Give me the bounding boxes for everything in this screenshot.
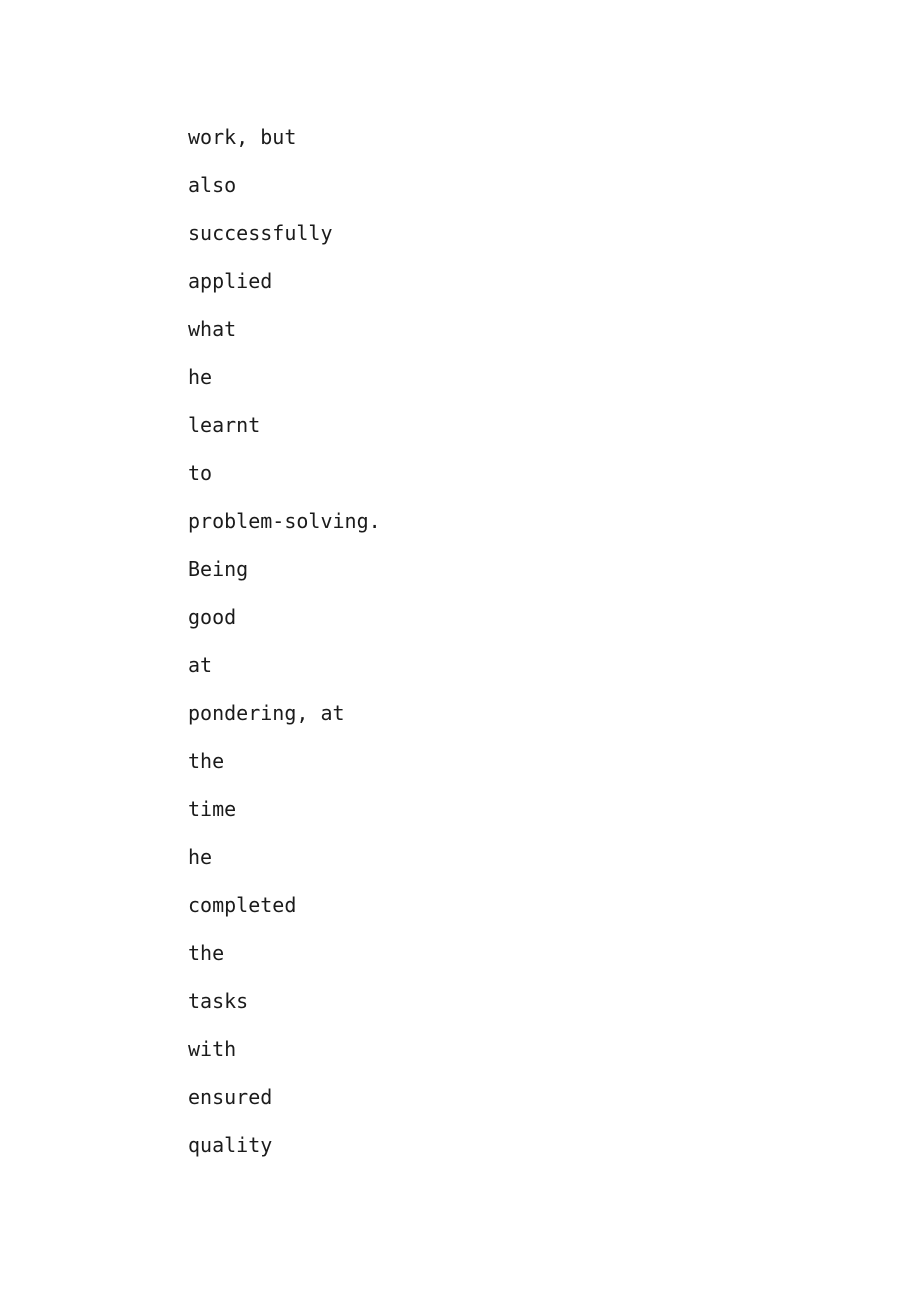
text-line: learnt xyxy=(188,413,261,437)
text-line: what xyxy=(188,317,237,341)
text-line: he xyxy=(188,365,213,389)
text-line: tasks xyxy=(188,989,249,1013)
text-line: time xyxy=(188,797,237,821)
text-line: also xyxy=(188,173,237,197)
text-line: completed xyxy=(188,893,297,917)
document-text-block: work, but also successfully applied what… xyxy=(188,113,828,1169)
text-line: he xyxy=(188,845,213,869)
text-line: at xyxy=(188,653,213,677)
text-line: Being xyxy=(188,557,249,581)
text-line: pondering, at xyxy=(188,701,345,725)
text-line: the xyxy=(188,749,225,773)
text-line: ensured xyxy=(188,1085,273,1109)
text-line: problem-solving. xyxy=(188,509,381,533)
document-page: work, but also successfully applied what… xyxy=(0,0,920,1302)
text-line: to xyxy=(188,461,213,485)
text-line: with xyxy=(188,1037,237,1061)
text-line: applied xyxy=(188,269,273,293)
text-line: the xyxy=(188,941,225,965)
text-line: good xyxy=(188,605,237,629)
text-line: work, but xyxy=(188,125,297,149)
text-line: successfully xyxy=(188,221,333,245)
text-line: quality xyxy=(188,1133,273,1157)
